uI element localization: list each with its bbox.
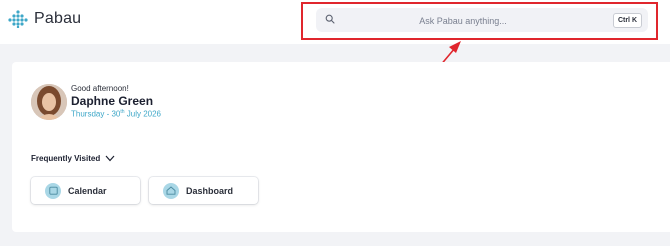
shortcut-badge: Ctrl K: [612, 13, 642, 28]
chevron-down-icon: [105, 155, 115, 162]
frequently-visited-toggle[interactable]: Frequently Visited: [31, 154, 115, 163]
shortcut-dashboard-label: Dashboard: [186, 185, 234, 196]
search-icon: [325, 14, 335, 24]
pabau-logo-icon: [8, 10, 28, 28]
avatar-image: [31, 84, 67, 120]
current-date: Thursday - 30th July 2026: [71, 109, 161, 119]
calendar-icon: [45, 182, 61, 199]
greeting-text: Good afternoon!: [71, 84, 129, 93]
search-bar[interactable]: Ctrl K: [316, 8, 648, 32]
user-name: Daphne Green: [71, 94, 154, 108]
date-prefix: Thursday - 30: [71, 109, 121, 119]
welcome-card: Good afternoon! Daphne Green Thursday - …: [12, 62, 670, 232]
shortcut-dashboard[interactable]: Dashboard: [149, 177, 258, 204]
top-bar: Pabau Ctrl K: [0, 0, 670, 44]
shortcut-calendar-label: Calendar: [68, 185, 107, 196]
logo[interactable]: Pabau: [8, 10, 81, 28]
avatar[interactable]: [31, 84, 67, 120]
shortcut-calendar[interactable]: Calendar: [31, 177, 140, 204]
home-icon: [163, 182, 179, 199]
search-input[interactable]: [346, 12, 580, 30]
brand-name: Pabau: [34, 10, 82, 27]
date-rest: July 2026: [124, 109, 161, 119]
frequently-visited-label: Frequently Visited: [31, 154, 101, 163]
